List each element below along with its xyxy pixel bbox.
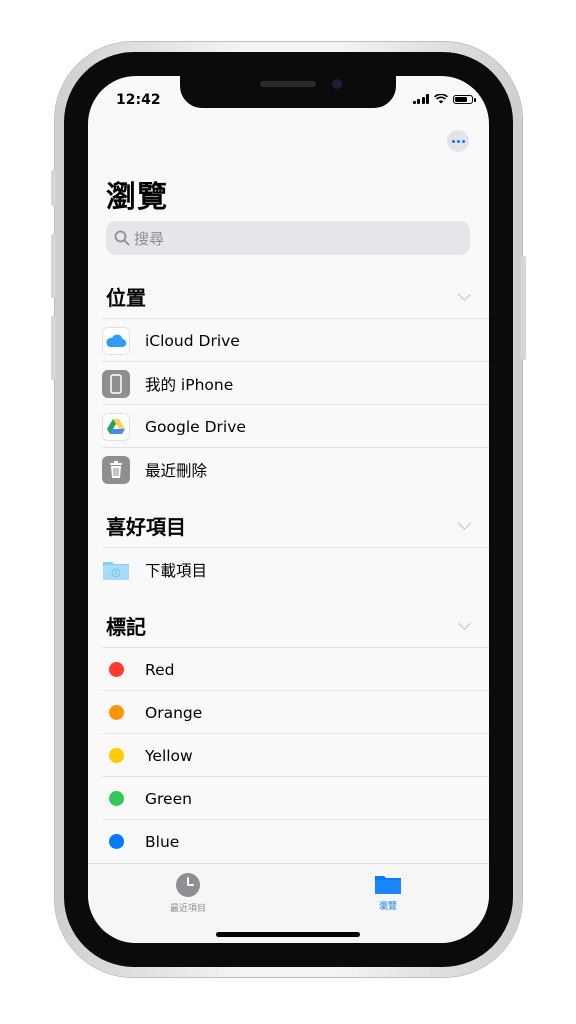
list-item-label: 最近刪除 xyxy=(145,461,208,480)
iphone-icon xyxy=(102,369,130,398)
power-button xyxy=(521,256,526,360)
volume-down-button xyxy=(51,316,56,380)
list-item-label: 我的 iPhone xyxy=(145,375,234,394)
tag-item-orange[interactable]: Orange xyxy=(102,690,489,734)
list-item-recently-deleted[interactable]: 最近刪除 xyxy=(102,447,489,491)
section-header-favorites[interactable]: 喜好項目 xyxy=(106,510,471,540)
tag-item-red[interactable]: Red xyxy=(102,647,489,691)
tag-item-green[interactable]: Green xyxy=(102,776,489,820)
tag-item-yellow[interactable]: Yellow xyxy=(102,733,489,777)
tag-label: Orange xyxy=(145,703,203,722)
trash-icon xyxy=(102,455,130,484)
tab-browse[interactable]: 瀏覽 xyxy=(348,872,428,912)
search-icon xyxy=(114,230,130,246)
chevron-down-icon[interactable] xyxy=(458,287,471,301)
orange-tag-icon xyxy=(109,705,124,720)
section-title-locations: 位置 xyxy=(106,285,146,310)
silent-switch xyxy=(51,170,56,206)
phone-screen: 12:42 瀏覽 搜尋 位置 iCloud Drive 我的 iPhone Go… xyxy=(88,76,489,943)
tag-item-blue[interactable]: Blue xyxy=(102,819,489,863)
list-item-label: iCloud Drive xyxy=(145,331,240,350)
tab-bar: 最近項目 瀏覽 xyxy=(88,863,489,943)
cellular-signal-icon xyxy=(412,94,429,104)
section-header-tags[interactable]: 標記 xyxy=(106,610,471,640)
list-item-label: 下載項目 xyxy=(145,561,208,580)
home-indicator[interactable] xyxy=(216,932,360,937)
section-title-favorites: 喜好項目 xyxy=(106,514,186,539)
tag-label: Blue xyxy=(145,832,180,851)
tab-label: 瀏覽 xyxy=(378,902,397,912)
clock-icon xyxy=(176,873,200,897)
green-tag-icon xyxy=(109,791,124,806)
downloads-folder-icon xyxy=(102,556,130,584)
status-icons xyxy=(412,94,476,104)
status-time: 12:42 xyxy=(116,92,161,108)
tag-label: Yellow xyxy=(145,746,193,765)
battery-icon xyxy=(453,95,476,104)
list-item-icloud-drive[interactable]: iCloud Drive xyxy=(102,318,489,362)
red-tag-icon xyxy=(109,662,124,677)
wifi-icon xyxy=(434,94,448,104)
tag-label: Green xyxy=(145,789,192,808)
search-input[interactable]: 搜尋 xyxy=(106,221,470,255)
yellow-tag-icon xyxy=(109,748,124,763)
notch xyxy=(180,76,396,108)
list-item-my-iphone[interactable]: 我的 iPhone xyxy=(102,361,489,405)
earpiece-speaker xyxy=(260,81,316,87)
tab-label: 最近項目 xyxy=(169,904,206,914)
section-title-tags: 標記 xyxy=(106,614,146,639)
folder-icon xyxy=(375,876,401,894)
icloud-icon xyxy=(102,326,130,355)
front-camera xyxy=(332,79,342,89)
blue-tag-icon xyxy=(109,834,124,849)
page-title: 瀏覽 xyxy=(106,180,168,215)
chevron-down-icon[interactable] xyxy=(458,516,471,530)
list-item-downloads[interactable]: 下載項目 xyxy=(102,547,489,591)
google-drive-icon xyxy=(102,412,130,441)
volume-up-button xyxy=(51,234,56,298)
tab-recents[interactable]: 最近項目 xyxy=(148,872,228,914)
list-item-google-drive[interactable]: Google Drive xyxy=(102,404,489,448)
list-item-label: Google Drive xyxy=(145,417,246,436)
search-placeholder: 搜尋 xyxy=(134,229,165,248)
chevron-down-icon[interactable] xyxy=(458,616,471,630)
more-options-button[interactable] xyxy=(447,130,469,152)
section-header-locations[interactable]: 位置 xyxy=(106,281,471,311)
tag-label: Red xyxy=(145,660,175,679)
